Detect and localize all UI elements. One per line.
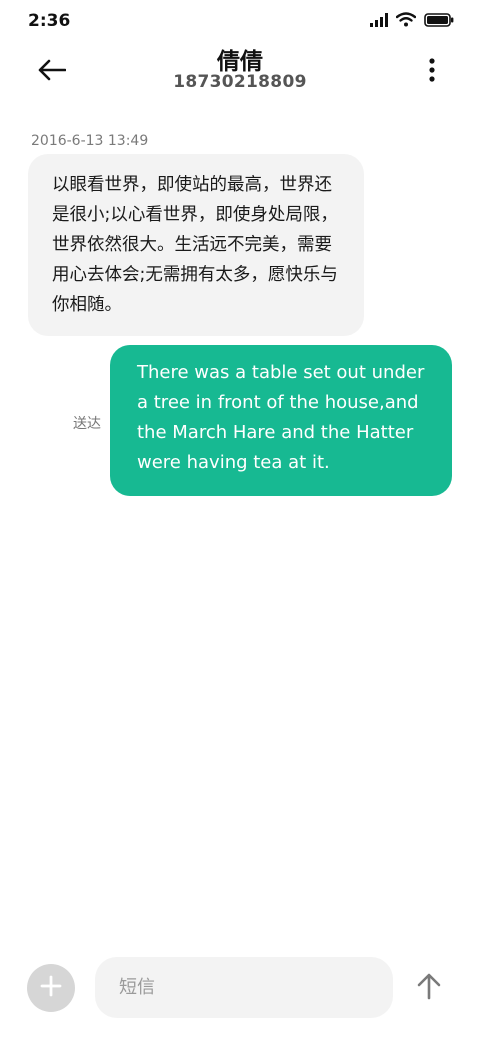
delivery-status: 送达 [73,416,101,432]
contact-name: 倩倩 [217,49,263,75]
incoming-message-text: 以眼看世界，即使站的最高，世界还是很小;以心看世界，即使身处局限，世界依然很大。… [52,175,338,315]
send-button[interactable] [410,966,448,1010]
outgoing-message-text: There was a table set out under a tree i… [137,362,425,473]
messaging-screen: 2:36 倩倩 18730218809 2016-6-13 13:49 以眼看世… [0,0,480,1040]
status-icons [370,12,454,27]
add-attachment-button[interactable] [27,964,75,1012]
battery-icon [424,12,454,27]
plus-icon [40,975,62,1001]
message-timestamp: 2016-6-13 13:49 [31,133,149,149]
wifi-icon [396,12,416,27]
status-bar: 2:36 [0,0,480,40]
more-vertical-icon [429,58,435,86]
conversation-header: 倩倩 18730218809 [0,40,480,110]
signal-icon [370,12,388,27]
incoming-message-bubble[interactable]: 以眼看世界，即使站的最高，世界还是很小;以心看世界，即使身处局限，世界依然很大。… [28,154,364,336]
outgoing-message-bubble[interactable]: There was a table set out under a tree i… [110,345,452,496]
status-time: 2:36 [28,11,71,31]
contact-number: 18730218809 [173,72,307,92]
more-options-button[interactable] [414,50,450,94]
send-arrow-icon [417,972,441,1004]
message-input[interactable] [95,957,393,1018]
